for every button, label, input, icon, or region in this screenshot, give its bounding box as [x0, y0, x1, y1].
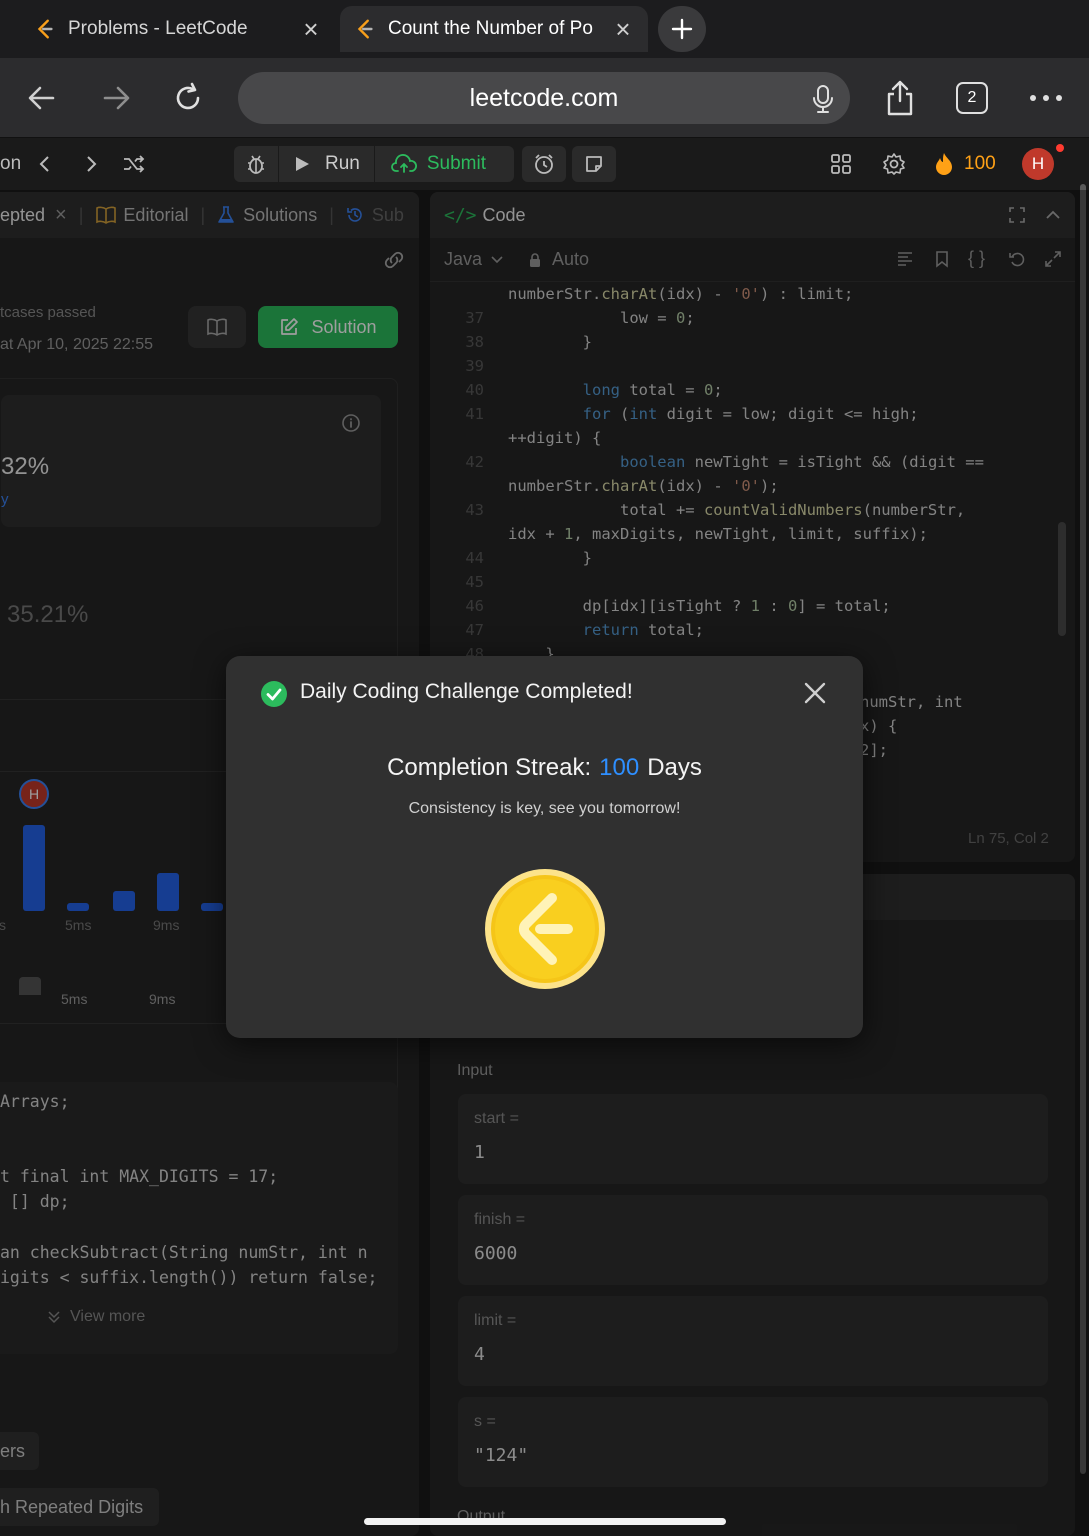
- problem-list-label[interactable]: on: [0, 146, 21, 182]
- url-text: leetcode.com: [469, 83, 619, 112]
- browser-tab-problems[interactable]: Problems - LeetCode ×: [20, 6, 336, 52]
- share-button[interactable]: [880, 78, 920, 118]
- timer-button[interactable]: [522, 146, 566, 182]
- gear-icon: [883, 153, 905, 175]
- leetcode-logo-icon: [37, 19, 53, 39]
- browser-tab-current[interactable]: Count the Number of Po ×: [340, 6, 648, 52]
- new-tab-button[interactable]: [658, 6, 706, 52]
- address-bar[interactable]: leetcode.com: [238, 72, 850, 124]
- streak-counter[interactable]: 100: [934, 146, 996, 182]
- bug-icon: [248, 155, 264, 174]
- streak-prefix: Completion Streak:: [387, 754, 592, 781]
- reload-icon: [176, 82, 200, 110]
- streak-suffix: Days: [647, 754, 702, 781]
- fire-icon: [936, 153, 952, 175]
- arrow-right-icon: [103, 86, 130, 110]
- debug-button[interactable]: [234, 153, 278, 175]
- check-circle-icon: [261, 681, 287, 707]
- leetcode-toolbar: on Run Submit 100 H: [0, 138, 1089, 190]
- more-dots-icon: [1030, 95, 1062, 101]
- tab-switcher-button[interactable]: 2: [952, 78, 992, 118]
- run-label: Run: [325, 153, 360, 174]
- avatar-letter: H: [1031, 154, 1045, 173]
- settings-button[interactable]: [882, 146, 906, 182]
- prev-problem-button[interactable]: [36, 146, 54, 182]
- daily-challenge-modal: Daily Coding Challenge Completed! Comple…: [226, 656, 863, 1038]
- user-avatar[interactable]: H: [1022, 144, 1064, 182]
- note-icon: [586, 156, 602, 172]
- random-problem-button[interactable]: [122, 146, 146, 182]
- tab-count: 2: [967, 89, 977, 106]
- submit-button[interactable]: Submit: [375, 153, 502, 175]
- modal-title: Daily Coding Challenge Completed!: [300, 680, 633, 703]
- submit-label: Submit: [426, 153, 486, 174]
- notification-dot: [1056, 144, 1064, 152]
- home-indicator[interactable]: [364, 1518, 726, 1525]
- reload-button[interactable]: [168, 78, 208, 118]
- run-button[interactable]: Run: [278, 146, 375, 182]
- share-icon: [887, 80, 913, 116]
- close-icon[interactable]: ×: [612, 16, 634, 42]
- next-problem-button[interactable]: [82, 146, 100, 182]
- chevron-left-icon: [39, 156, 49, 172]
- tab-title: Count the Number of Po: [388, 18, 593, 39]
- forward-button[interactable]: [96, 78, 136, 118]
- play-icon: [296, 157, 309, 171]
- tab-count-icon: 2: [956, 82, 988, 114]
- close-icon[interactable]: [802, 680, 828, 706]
- notes-button[interactable]: [572, 146, 616, 182]
- streak-count: 100: [964, 153, 996, 174]
- alarm-clock-icon: [535, 154, 553, 174]
- layout-button[interactable]: [830, 146, 852, 182]
- browser-tab-bar: Problems - LeetCode × Count the Number o…: [0, 0, 1089, 58]
- plus-icon: [671, 18, 693, 40]
- leetcode-logo-icon: [357, 19, 373, 39]
- modal-subtitle: Consistency is key, see you tomorrow!: [408, 800, 681, 817]
- close-icon[interactable]: ×: [300, 16, 322, 42]
- shuffle-icon: [124, 155, 145, 173]
- back-button[interactable]: [22, 78, 62, 118]
- leetcode-coin-icon: [485, 869, 605, 989]
- browser-toolbar: leetcode.com 2: [0, 58, 1089, 138]
- chevron-right-icon: [87, 156, 97, 172]
- more-menu-button[interactable]: [1026, 78, 1066, 118]
- run-submit-group: Run Submit: [234, 146, 514, 182]
- cloud-upload-icon: [390, 154, 417, 173]
- microphone-icon[interactable]: [810, 84, 836, 114]
- avatar-circle: H: [1022, 148, 1054, 180]
- arrow-left-icon: [28, 86, 55, 110]
- streak-days-count: 100: [599, 754, 640, 781]
- completion-streak: Completion Streak: 100 Days: [226, 754, 863, 782]
- layout-grid-icon: [831, 154, 851, 174]
- tab-title: Problems - LeetCode: [68, 18, 248, 39]
